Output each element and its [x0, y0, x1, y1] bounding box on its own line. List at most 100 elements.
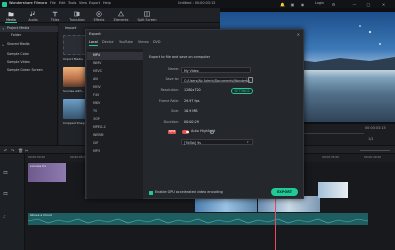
music-note-icon: [30, 10, 35, 16]
menu-edit[interactable]: Edit: [59, 1, 66, 5]
minimize-button[interactable]: —: [352, 2, 357, 7]
tool-split-screen[interactable]: Split Screen: [132, 8, 162, 23]
tab-youtube[interactable]: YouTube: [119, 40, 133, 44]
menu-bar: Wondershare Filmora File Edit Tools View…: [0, 0, 395, 8]
import-dropdown[interactable]: Import: [65, 26, 76, 30]
effects-icon: [96, 10, 102, 17]
menu-tools[interactable]: Tools: [68, 1, 76, 5]
login-link[interactable]: Login: [315, 1, 324, 5]
settings-gear-icon[interactable]: ⚙: [331, 2, 336, 7]
close-window-button[interactable]: ✕: [381, 2, 386, 7]
name-input[interactable]: My Video: [181, 66, 251, 73]
tool-media[interactable]: Media: [0, 8, 22, 23]
auto-highlight-toggle[interactable]: [182, 130, 189, 134]
export-heading: Export to file and save on computer: [149, 55, 211, 59]
chevron-down-icon: ▾: [2, 27, 5, 32]
tab-dvd[interactable]: DVD: [153, 40, 160, 44]
format-item-hevc[interactable]: HEVC: [87, 68, 143, 76]
frame-rate-value: 29.97 fps: [184, 99, 200, 103]
chevron-down-icon: ▾: [247, 139, 249, 144]
settings-button[interactable]: SETTINGS: [231, 88, 253, 94]
format-item-f4v[interactable]: F4V: [87, 92, 143, 100]
zoom-slider[interactable]: [360, 149, 390, 151]
media-label: Sunrise with...: [63, 89, 85, 93]
save-to-input[interactable]: C:/Users/Ab Admin/Documents/Wondersh: [181, 76, 250, 83]
duration-value: 00:00:29: [184, 120, 199, 124]
ruler-label: 00:00:00:00: [28, 155, 46, 159]
duration-label: Duration:: [163, 120, 179, 124]
size-label: Size:: [171, 109, 179, 113]
delete-icon[interactable]: 🗑: [18, 148, 23, 153]
cut-icon[interactable]: ✂: [25, 148, 28, 153]
tab-vimeo[interactable]: Vimeo: [138, 40, 149, 44]
dialog-title: Export: [89, 32, 101, 36]
resolution-value: 1280x720: [184, 88, 201, 92]
undo-icon[interactable]: ↶: [4, 148, 7, 153]
tab-local[interactable]: Local: [89, 40, 98, 48]
tool-effects[interactable]: Effects: [88, 8, 110, 23]
sidebar-item-sample-green-screen[interactable]: Sample Green Screen: [0, 68, 58, 74]
resolution-label: Resolution:: [160, 88, 179, 92]
format-item-mp3[interactable]: MP3: [87, 148, 143, 156]
menu-export[interactable]: Export: [89, 1, 100, 5]
format-item-mp4[interactable]: MP4: [87, 52, 143, 60]
sidebar-item-shared-media[interactable]: ▸ Shared Media: [0, 42, 58, 48]
audio-waveform: [28, 218, 368, 224]
tool-elements[interactable]: Elements: [110, 8, 132, 23]
ruler-label: 00:00:35:00: [322, 155, 340, 159]
format-item-mov[interactable]: MOV: [87, 84, 143, 92]
format-item-mkv[interactable]: MKV: [87, 100, 143, 108]
export-button[interactable]: EXPORT: [271, 188, 298, 196]
split-screen-icon: [144, 11, 150, 17]
tab-device[interactable]: Device: [102, 40, 114, 44]
size-value: 16.9 MB: [184, 109, 198, 113]
sidebar-item-project-media[interactable]: ▾ Project Media: [0, 26, 58, 32]
menu-view[interactable]: View: [79, 1, 87, 5]
elements-icon: [118, 10, 124, 16]
format-list: MP4 WMV HEVC AVI MOV F4V MKV TS 3GP MPEG…: [87, 49, 143, 199]
gpu-checkbox[interactable]: [149, 191, 153, 195]
format-item-3gp[interactable]: 3GP: [87, 116, 143, 124]
chevron-right-icon: ▸: [2, 43, 5, 48]
audio-clip[interactable]: Above a Cloud: [28, 213, 368, 225]
timecode-right: 00:00:03:15: [365, 126, 386, 130]
sidebar-item-sample-video[interactable]: Sample Video: [0, 60, 58, 66]
help-icon[interactable]: ?: [210, 130, 214, 134]
cart-icon[interactable]: ▣: [290, 2, 295, 7]
zoom-ratio[interactable]: 1/2: [368, 137, 373, 141]
close-icon[interactable]: ✕: [297, 32, 300, 37]
format-item-webm[interactable]: WEBM: [87, 132, 143, 140]
format-item-ts[interactable]: TS: [87, 108, 143, 116]
format-item-avi[interactable]: AVI: [87, 76, 143, 84]
redo-icon[interactable]: ↷: [11, 148, 14, 153]
menu-help[interactable]: Help: [103, 1, 111, 5]
format-item-mpeg2[interactable]: MPEG-2: [87, 124, 143, 132]
video-clip[interactable]: [318, 182, 348, 198]
document-title: Untitled : 00:00:03:15: [178, 1, 216, 6]
new-badge: NEW: [168, 130, 177, 134]
export-dialog: Export ✕ Local Device YouTube Vimeo DVD …: [85, 29, 304, 199]
format-item-wmv[interactable]: WMV: [87, 60, 143, 68]
transition-icon: [74, 11, 80, 16]
sidebar-item-folder[interactable]: Folder: [0, 33, 58, 39]
media-label: Cropped Image: [63, 121, 87, 125]
save-to-label: Save to:: [165, 77, 179, 81]
tool-transition[interactable]: Transition: [66, 8, 88, 23]
maximize-button[interactable]: □: [366, 2, 371, 7]
video-track-icon: 🎞: [3, 191, 9, 196]
sidebar-item-sample-color[interactable]: Sample Color: [0, 52, 58, 58]
tool-audio[interactable]: Audio: [22, 8, 44, 23]
frame-rate-label: Frame Rate:: [159, 99, 179, 103]
highlight-duration-select[interactable]: [TikTok] 9s: [181, 139, 253, 145]
notification-icon[interactable]: 🔔: [280, 2, 285, 7]
video-clip[interactable]: Lioness 01: [28, 163, 66, 182]
main-toolbar: Media Audio Titles Transition Effects El…: [0, 8, 220, 23]
menu-file[interactable]: File: [50, 1, 56, 5]
track-headers: 🎞 🎞 ♪: [0, 154, 25, 250]
tool-titles[interactable]: Titles: [44, 8, 66, 23]
format-item-gif[interactable]: GIF: [87, 140, 143, 148]
folder-browse-icon[interactable]: [248, 76, 253, 83]
app-logo-icon: [2, 1, 7, 7]
account-icon[interactable]: ◉: [300, 2, 305, 7]
name-label: Name:: [168, 67, 179, 71]
